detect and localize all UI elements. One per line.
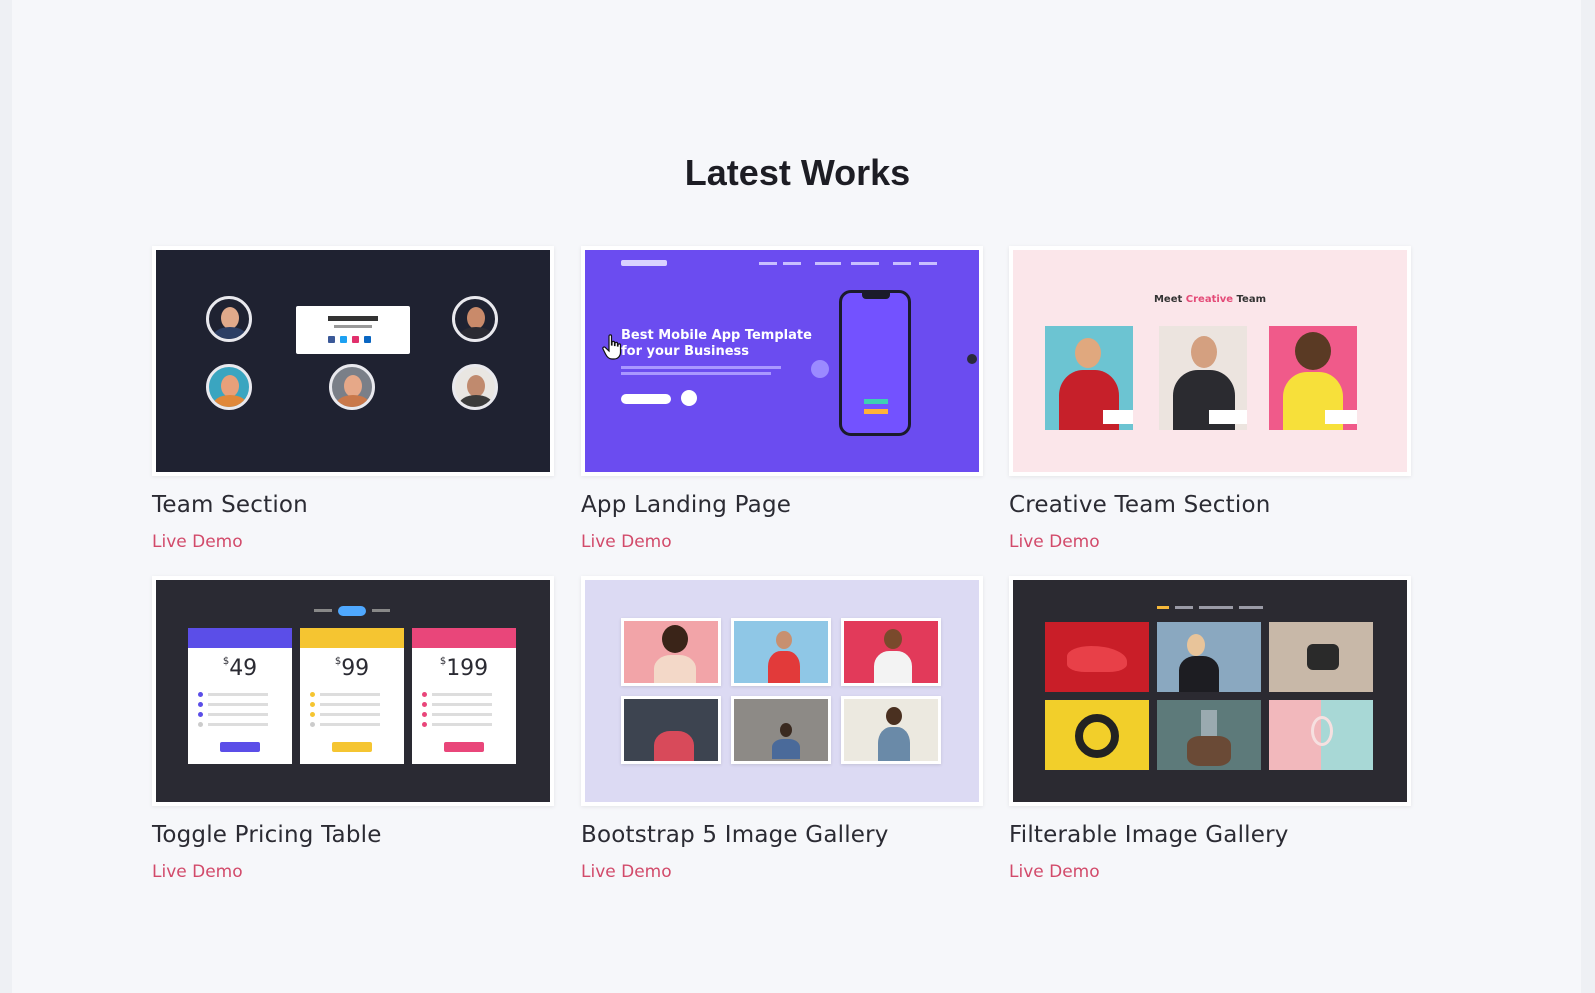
gallery-image	[621, 618, 721, 686]
gallery-image	[1269, 700, 1373, 770]
work-card-toggle-pricing-table: $49 $99 $199 Toggle Pricing Table Live D…	[152, 576, 554, 882]
team-photo	[1159, 326, 1247, 430]
gallery-image	[621, 696, 721, 764]
live-demo-link[interactable]: Live Demo	[152, 532, 243, 552]
page-edge-right	[1581, 0, 1595, 993]
page-edge-left	[0, 0, 12, 993]
work-card-bootstrap-image-gallery: Bootstrap 5 Image Gallery Live Demo	[581, 576, 983, 882]
gallery-image	[1045, 700, 1149, 770]
gallery-image	[841, 696, 941, 764]
work-thumbnail[interactable]	[581, 576, 983, 806]
work-thumbnail[interactable]: Best Mobile App Template for your Busine…	[581, 246, 983, 476]
member-popup	[296, 306, 410, 354]
work-card-filterable-image-gallery: Filterable Image Gallery Live Demo	[1009, 576, 1411, 882]
filter-tab	[1199, 606, 1233, 609]
live-demo-link[interactable]: Live Demo	[1009, 532, 1100, 552]
twitter-icon	[340, 336, 347, 343]
linkedin-icon	[364, 336, 371, 343]
work-title: Bootstrap 5 Image Gallery	[581, 822, 889, 848]
work-title: Filterable Image Gallery	[1009, 822, 1289, 848]
gallery-image	[1157, 622, 1261, 692]
work-card-app-landing-page: Best Mobile App Template for your Busine…	[581, 246, 983, 552]
avatar	[452, 296, 498, 342]
hand-cursor-icon	[602, 334, 622, 360]
work-title: Creative Team Section	[1009, 492, 1271, 518]
next-arrow-icon	[967, 354, 977, 364]
live-demo-link[interactable]: Live Demo	[152, 862, 243, 882]
hero-button	[621, 394, 671, 404]
creative-team-preview: Meet Creative Team	[1013, 250, 1407, 472]
facebook-icon	[328, 336, 335, 343]
brand-logo	[621, 260, 667, 266]
billing-toggle	[338, 606, 366, 616]
preview-title: Meet Creative Team	[1153, 294, 1267, 305]
live-demo-link[interactable]: Live Demo	[581, 532, 672, 552]
plan-price: $99	[334, 656, 370, 681]
avatar	[452, 364, 498, 410]
plan-price: $199	[439, 656, 489, 681]
gallery-image	[731, 696, 831, 764]
avatar	[206, 296, 252, 342]
team-photo	[1045, 326, 1133, 430]
work-title: Toggle Pricing Table	[152, 822, 382, 848]
work-title: Team Section	[152, 492, 308, 518]
work-thumbnail[interactable]: Meet Creative Team	[1009, 246, 1411, 476]
gallery-image	[1269, 622, 1373, 692]
work-card-team-section: Team Section Live Demo	[152, 246, 554, 552]
pricing-card: $99	[300, 628, 404, 764]
work-thumbnail[interactable]: $49 $99 $199	[152, 576, 554, 806]
team-section-preview	[156, 250, 550, 472]
instagram-icon	[352, 336, 359, 343]
gallery-image	[1045, 622, 1149, 692]
avatar	[329, 364, 375, 410]
work-title: App Landing Page	[581, 492, 792, 518]
play-icon	[681, 390, 697, 406]
pricing-card: $199	[412, 628, 516, 764]
pricing-card: $49	[188, 628, 292, 764]
phone-mockup	[839, 290, 911, 436]
live-demo-link[interactable]: Live Demo	[1009, 862, 1100, 882]
gallery-image	[731, 618, 831, 686]
avatar	[206, 364, 252, 410]
gallery-image	[841, 618, 941, 686]
work-thumbnail[interactable]	[1009, 576, 1411, 806]
app-landing-preview: Best Mobile App Template for your Busine…	[585, 250, 979, 472]
hero-headline: Best Mobile App Template for your Busine…	[621, 328, 812, 359]
image-gallery-preview	[585, 580, 979, 802]
plan-price: $49	[222, 656, 258, 681]
filter-tab	[1175, 606, 1193, 609]
gallery-image	[1157, 700, 1261, 770]
work-card-creative-team-section: Meet Creative Team Creative Team Section…	[1009, 246, 1411, 552]
work-thumbnail[interactable]	[152, 246, 554, 476]
live-demo-link[interactable]: Live Demo	[581, 862, 672, 882]
section-title: Latest Works	[684, 152, 911, 193]
filter-tab	[1239, 606, 1263, 609]
pricing-preview: $49 $99 $199	[156, 580, 550, 802]
team-photo	[1269, 326, 1357, 430]
filter-tab	[1157, 606, 1169, 609]
filterable-gallery-preview	[1013, 580, 1407, 802]
